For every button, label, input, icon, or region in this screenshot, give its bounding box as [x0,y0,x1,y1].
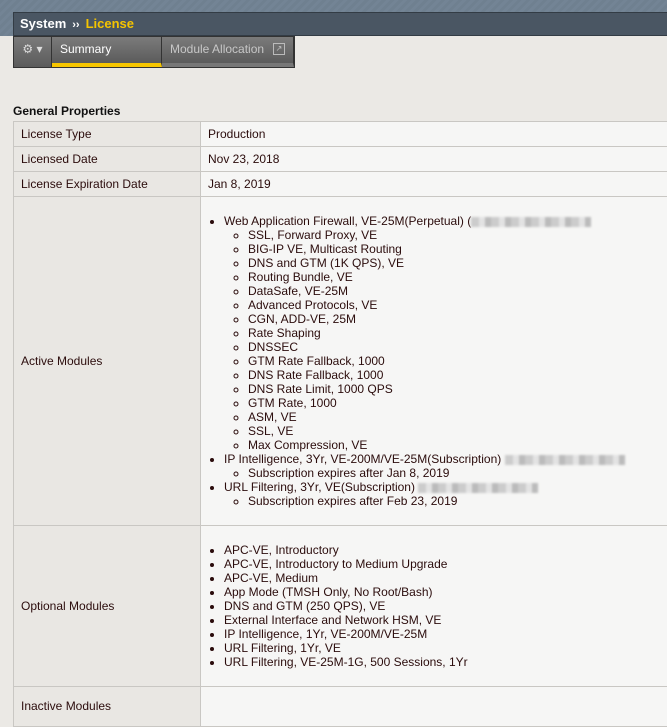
breadcrumb: System ›› License [13,12,667,36]
breadcrumb-current: License [86,16,134,31]
active-modules-list: Web Application Firewall, VE-25M(Perpetu… [201,197,667,526]
list-item: App Mode (TMSH Only, No Root/Bash) [224,585,665,599]
tab-label: Module Allocation [170,37,264,63]
tab-summary[interactable]: Summary [52,37,162,67]
breadcrumb-separator: ›› [72,19,79,31]
gear-icon: ⚙ [22,42,33,56]
redacted-key [505,455,625,465]
list-item: URL Filtering, VE-25M-1G, 500 Sessions, … [224,655,665,669]
list-item: DNS Rate Fallback, 1000 [248,368,665,382]
row-label: Licensed Date [14,147,201,172]
module-name: IP Intelligence, 3Yr, VE-200M/VE-25M(Sub… [224,452,501,466]
table-row: License TypeProduction [14,122,667,147]
table-row: Inactive Modules [14,687,667,727]
tab-bar: ⚙ ▾ Summary Module Allocation ↗ [13,36,295,68]
row-label: Active Modules [14,197,201,526]
list-item: External Interface and Network HSM, VE [224,613,665,627]
list-item: Advanced Protocols, VE [248,298,665,312]
list-item: GTM Rate, 1000 [248,396,665,410]
list-item: Subscription expires after Feb 23, 2019 [248,494,665,508]
row-label: Inactive Modules [14,687,201,727]
list-item: APC-VE, Medium [224,571,665,585]
list-item: DNS Rate Limit, 1000 QPS [248,382,665,396]
list-item: DNSSEC [248,340,665,354]
list-item: ASM, VE [248,410,665,424]
row-value: Nov 23, 2018 [201,147,667,172]
table-row: Active Modules Web Application Firewall,… [14,197,667,526]
list-item: DNS and GTM (1K QPS), VE [248,256,665,270]
row-value [201,687,667,727]
table-row: Optional ModulesAPC-VE, IntroductoryAPC-… [14,526,667,687]
gear-menu-button[interactable]: ⚙ ▾ [14,37,52,67]
row-value: Production [201,122,667,147]
list-item: URL Filtering, 3Yr, VE(Subscription) Sub… [224,480,665,508]
list-item: Max Compression, VE [248,438,665,452]
list-item: DNS and GTM (250 QPS), VE [224,599,665,613]
properties-table: License TypeProduction Licensed DateNov … [13,121,667,727]
redacted-key [471,217,591,227]
table-row: Licensed DateNov 23, 2018 [14,147,667,172]
redacted-key [418,483,538,493]
row-label: Optional Modules [14,526,201,687]
list-item: DataSafe, VE-25M [248,284,665,298]
list-item: Rate Shaping [248,326,665,340]
table-row: License Expiration DateJan 8, 2019 [14,172,667,197]
row-label: License Expiration Date [14,172,201,197]
list-item: Web Application Firewall, VE-25M(Perpetu… [224,214,665,452]
optional-modules-list: APC-VE, IntroductoryAPC-VE, Introductory… [201,526,667,687]
list-item: URL Filtering, 1Yr, VE [224,641,665,655]
list-item: IP Intelligence, 1Yr, VE-200M/VE-25M [224,627,665,641]
list-item: SSL, Forward Proxy, VE [248,228,665,242]
list-item: APC-VE, Introductory to Medium Upgrade [224,557,665,571]
breadcrumb-system[interactable]: System [20,16,66,31]
external-link-icon: ↗ [273,43,285,55]
row-label: License Type [14,122,201,147]
list-item: SSL, VE [248,424,665,438]
list-item: CGN, ADD-VE, 25M [248,312,665,326]
row-value: Jan 8, 2019 [201,172,667,197]
tab-module-allocation[interactable]: Module Allocation ↗ [162,37,294,67]
module-name: Web Application Firewall, VE-25M(Perpetu… [224,214,471,228]
chevron-down-icon: ▾ [37,42,43,56]
list-item: APC-VE, Introductory [224,543,665,557]
list-item: IP Intelligence, 3Yr, VE-200M/VE-25M(Sub… [224,452,665,480]
list-item: Subscription expires after Jan 8, 2019 [248,466,665,480]
list-item: BIG-IP VE, Multicast Routing [248,242,665,256]
list-item: Routing Bundle, VE [248,270,665,284]
section-title: General Properties [13,104,120,118]
module-name: URL Filtering, 3Yr, VE(Subscription) [224,480,415,494]
list-item: GTM Rate Fallback, 1000 [248,354,665,368]
